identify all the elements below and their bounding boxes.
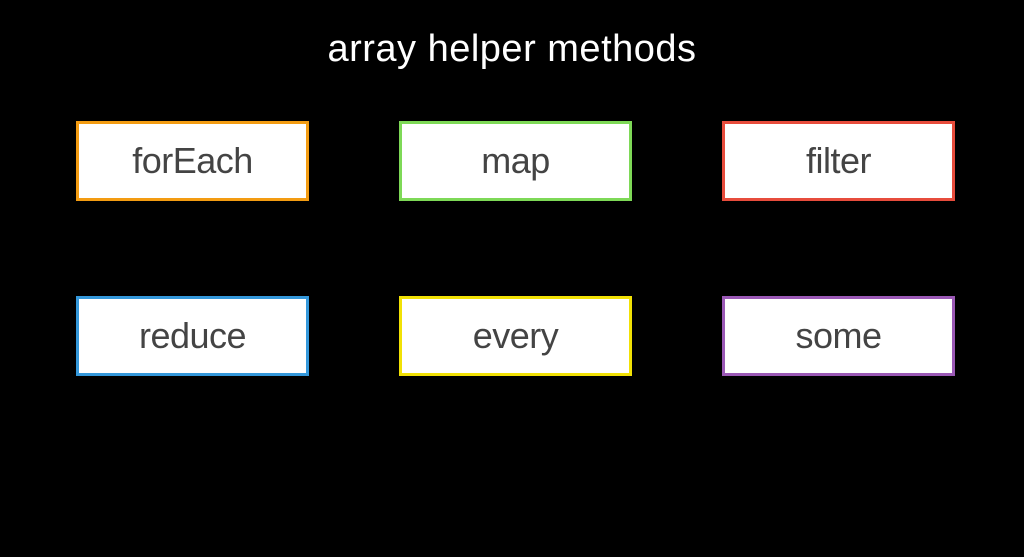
methods-grid: forEach map filter reduce every some — [0, 121, 1024, 376]
method-label: reduce — [139, 315, 246, 357]
method-box-filter: filter — [722, 121, 955, 201]
method-box-foreach: forEach — [76, 121, 309, 201]
diagram-title: array helper methods — [0, 0, 1024, 121]
method-label: map — [481, 140, 550, 182]
method-box-every: every — [399, 296, 632, 376]
method-box-reduce: reduce — [76, 296, 309, 376]
method-label: every — [473, 315, 559, 357]
method-box-some: some — [722, 296, 955, 376]
method-label: filter — [806, 140, 871, 182]
method-label: some — [795, 315, 881, 357]
method-label: forEach — [132, 140, 253, 182]
method-box-map: map — [399, 121, 632, 201]
